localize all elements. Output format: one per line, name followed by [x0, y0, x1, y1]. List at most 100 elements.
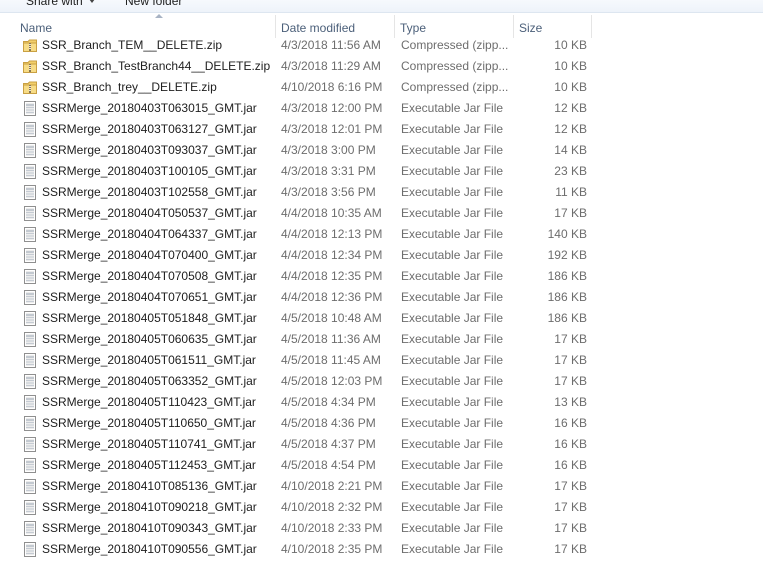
- file-row[interactable]: SSRMerge_20180405T060635_GMT.jar 4/5/2018…: [0, 329, 763, 350]
- file-size: 192 KB: [547, 248, 587, 262]
- file-row[interactable]: SSRMerge_20180410T090556_GMT.jar 4/10/201…: [0, 539, 763, 560]
- file-row[interactable]: SSR_Branch_TestBranch44__DELETE.zip 4/3/2…: [0, 56, 763, 77]
- jar-file-icon: [23, 311, 37, 326]
- file-date-modified: 4/5/2018 11:45 AM: [281, 353, 381, 367]
- file-name: SSRMerge_20180404T064337_GMT.jar: [42, 227, 257, 241]
- file-type: Executable Jar File: [401, 374, 504, 388]
- file-type: Executable Jar File: [401, 185, 504, 199]
- file-row[interactable]: SSRMerge_20180403T100105_GMT.jar 4/3/2018…: [0, 161, 763, 182]
- file-name: SSRMerge_20180410T090218_GMT.jar: [42, 500, 257, 514]
- file-size: 17 KB: [554, 353, 587, 367]
- file-size: 17 KB: [554, 479, 587, 493]
- file-date-modified: 4/4/2018 12:13 PM: [281, 227, 383, 241]
- file-date-modified: 4/4/2018 12:35 PM: [281, 269, 383, 283]
- file-size: 12 KB: [554, 101, 587, 115]
- jar-file-icon: [23, 143, 37, 158]
- chevron-down-icon: [88, 0, 95, 3]
- file-row[interactable]: SSRMerge_20180410T085136_GMT.jar 4/10/201…: [0, 476, 763, 497]
- file-type: Executable Jar File: [401, 521, 504, 535]
- file-name: SSRMerge_20180403T063127_GMT.jar: [42, 122, 257, 136]
- zip-folder-icon: [23, 80, 37, 95]
- file-row[interactable]: SSRMerge_20180405T110650_GMT.jar 4/5/2018…: [0, 413, 763, 434]
- file-name: SSRMerge_20180405T110650_GMT.jar: [42, 416, 256, 430]
- file-row[interactable]: SSRMerge_20180410T090218_GMT.jar 4/10/201…: [0, 497, 763, 518]
- file-name: SSR_Branch_TestBranch44__DELETE.zip: [42, 59, 271, 73]
- file-type: Executable Jar File: [401, 479, 504, 493]
- file-row[interactable]: SSRMerge_20180404T050537_GMT.jar 4/4/2018…: [0, 203, 763, 224]
- file-row[interactable]: SSRMerge_20180405T112453_GMT.jar 4/5/2018…: [0, 455, 763, 476]
- file-name: SSRMerge_20180403T100105_GMT.jar: [42, 164, 257, 178]
- file-row[interactable]: SSRMerge_20180404T064337_GMT.jar 4/4/2018…: [0, 224, 763, 245]
- file-date-modified: 4/5/2018 4:54 PM: [281, 458, 376, 472]
- share-with-button[interactable]: Share with: [26, 0, 95, 8]
- file-row[interactable]: SSR_Branch_TEM__DELETE.zip 4/3/2018 11:56…: [0, 35, 763, 56]
- jar-file-icon: [23, 185, 37, 200]
- file-type: Compressed (zipp...: [401, 80, 509, 94]
- file-name: SSRMerge_20180404T050537_GMT.jar: [42, 206, 257, 220]
- jar-file-icon: [23, 353, 37, 368]
- file-row[interactable]: SSRMerge_20180403T093037_GMT.jar 4/3/2018…: [0, 140, 763, 161]
- file-size: 186 KB: [547, 311, 587, 325]
- file-type: Executable Jar File: [401, 164, 504, 178]
- file-row[interactable]: SSRMerge_20180405T110423_GMT.jar 4/5/2018…: [0, 392, 763, 413]
- file-date-modified: 4/10/2018 6:16 PM: [281, 80, 383, 94]
- jar-file-icon: [23, 290, 37, 305]
- file-size: 140 KB: [547, 227, 587, 241]
- file-row[interactable]: SSRMerge_20180403T063127_GMT.jar 4/3/2018…: [0, 119, 763, 140]
- new-folder-button[interactable]: New folder: [125, 0, 182, 8]
- jar-file-icon: [23, 521, 37, 536]
- file-type: Compressed (zipp...: [401, 38, 509, 52]
- new-folder-label: New folder: [125, 0, 183, 8]
- file-name: SSRMerge_20180405T110423_GMT.jar: [42, 395, 256, 409]
- file-size: 10 KB: [554, 38, 587, 52]
- file-row[interactable]: SSRMerge_20180403T102558_GMT.jar 4/3/2018…: [0, 182, 763, 203]
- file-size: 17 KB: [554, 332, 587, 346]
- file-type: Compressed (zipp...: [401, 59, 509, 73]
- file-size: 17 KB: [554, 542, 587, 556]
- file-row[interactable]: SSR_Branch_trey__DELETE.zip 4/10/2018 6:1…: [0, 77, 763, 98]
- file-type: Executable Jar File: [401, 437, 504, 451]
- file-row[interactable]: SSRMerge_20180405T061511_GMT.jar 4/5/2018…: [0, 350, 763, 371]
- file-date-modified: 4/3/2018 12:00 PM: [281, 101, 383, 115]
- file-row[interactable]: SSRMerge_20180405T051848_GMT.jar 4/5/2018…: [0, 308, 763, 329]
- file-date-modified: 4/3/2018 3:00 PM: [281, 143, 376, 157]
- file-row[interactable]: SSRMerge_20180405T063352_GMT.jar 4/5/2018…: [0, 371, 763, 392]
- column-label-name: Name: [20, 21, 53, 35]
- file-name: SSRMerge_20180405T110741_GMT.jar: [42, 437, 256, 451]
- file-size: 10 KB: [554, 80, 587, 94]
- file-date-modified: 4/3/2018 3:31 PM: [281, 164, 376, 178]
- zip-folder-icon: [23, 59, 37, 74]
- file-row[interactable]: SSRMerge_20180404T070400_GMT.jar 4/4/2018…: [0, 245, 763, 266]
- file-date-modified: 4/5/2018 12:03 PM: [281, 374, 383, 388]
- file-date-modified: 4/5/2018 10:48 AM: [281, 311, 382, 325]
- jar-file-icon: [23, 374, 37, 389]
- file-type: Executable Jar File: [401, 206, 504, 220]
- file-size: 17 KB: [554, 500, 587, 514]
- file-row[interactable]: SSRMerge_20180404T070508_GMT.jar 4/4/2018…: [0, 266, 763, 287]
- file-date-modified: 4/5/2018 4:34 PM: [281, 395, 376, 409]
- file-row[interactable]: SSRMerge_20180405T110741_GMT.jar 4/5/2018…: [0, 434, 763, 455]
- file-size: 11 KB: [555, 185, 587, 199]
- file-size: 10 KB: [554, 59, 587, 73]
- jar-file-icon: [23, 227, 37, 242]
- file-name: SSR_Branch_trey__DELETE.zip: [42, 80, 217, 94]
- column-label-size: Size: [519, 21, 543, 35]
- file-type: Executable Jar File: [401, 311, 504, 325]
- file-type: Executable Jar File: [401, 416, 504, 430]
- sort-ascending-icon: [155, 14, 163, 18]
- jar-file-icon: [23, 416, 37, 431]
- jar-file-icon: [23, 206, 37, 221]
- jar-file-icon: [23, 437, 37, 452]
- file-type: Executable Jar File: [401, 500, 504, 514]
- file-name: SSRMerge_20180403T102558_GMT.jar: [42, 185, 257, 199]
- file-name: SSRMerge_20180404T070651_GMT.jar: [42, 290, 257, 304]
- file-row[interactable]: SSRMerge_20180410T090343_GMT.jar 4/10/201…: [0, 518, 763, 539]
- file-type: Executable Jar File: [401, 248, 504, 262]
- file-row[interactable]: SSRMerge_20180403T063015_GMT.jar 4/3/2018…: [0, 98, 763, 119]
- file-name: SSRMerge_20180405T112453_GMT.jar: [42, 458, 256, 472]
- file-name: SSRMerge_20180410T090556_GMT.jar: [42, 542, 257, 556]
- file-row[interactable]: SSRMerge_20180404T070651_GMT.jar 4/4/2018…: [0, 287, 763, 308]
- jar-file-icon: [23, 395, 37, 410]
- jar-file-icon: [23, 101, 37, 116]
- file-size: 23 KB: [554, 164, 587, 178]
